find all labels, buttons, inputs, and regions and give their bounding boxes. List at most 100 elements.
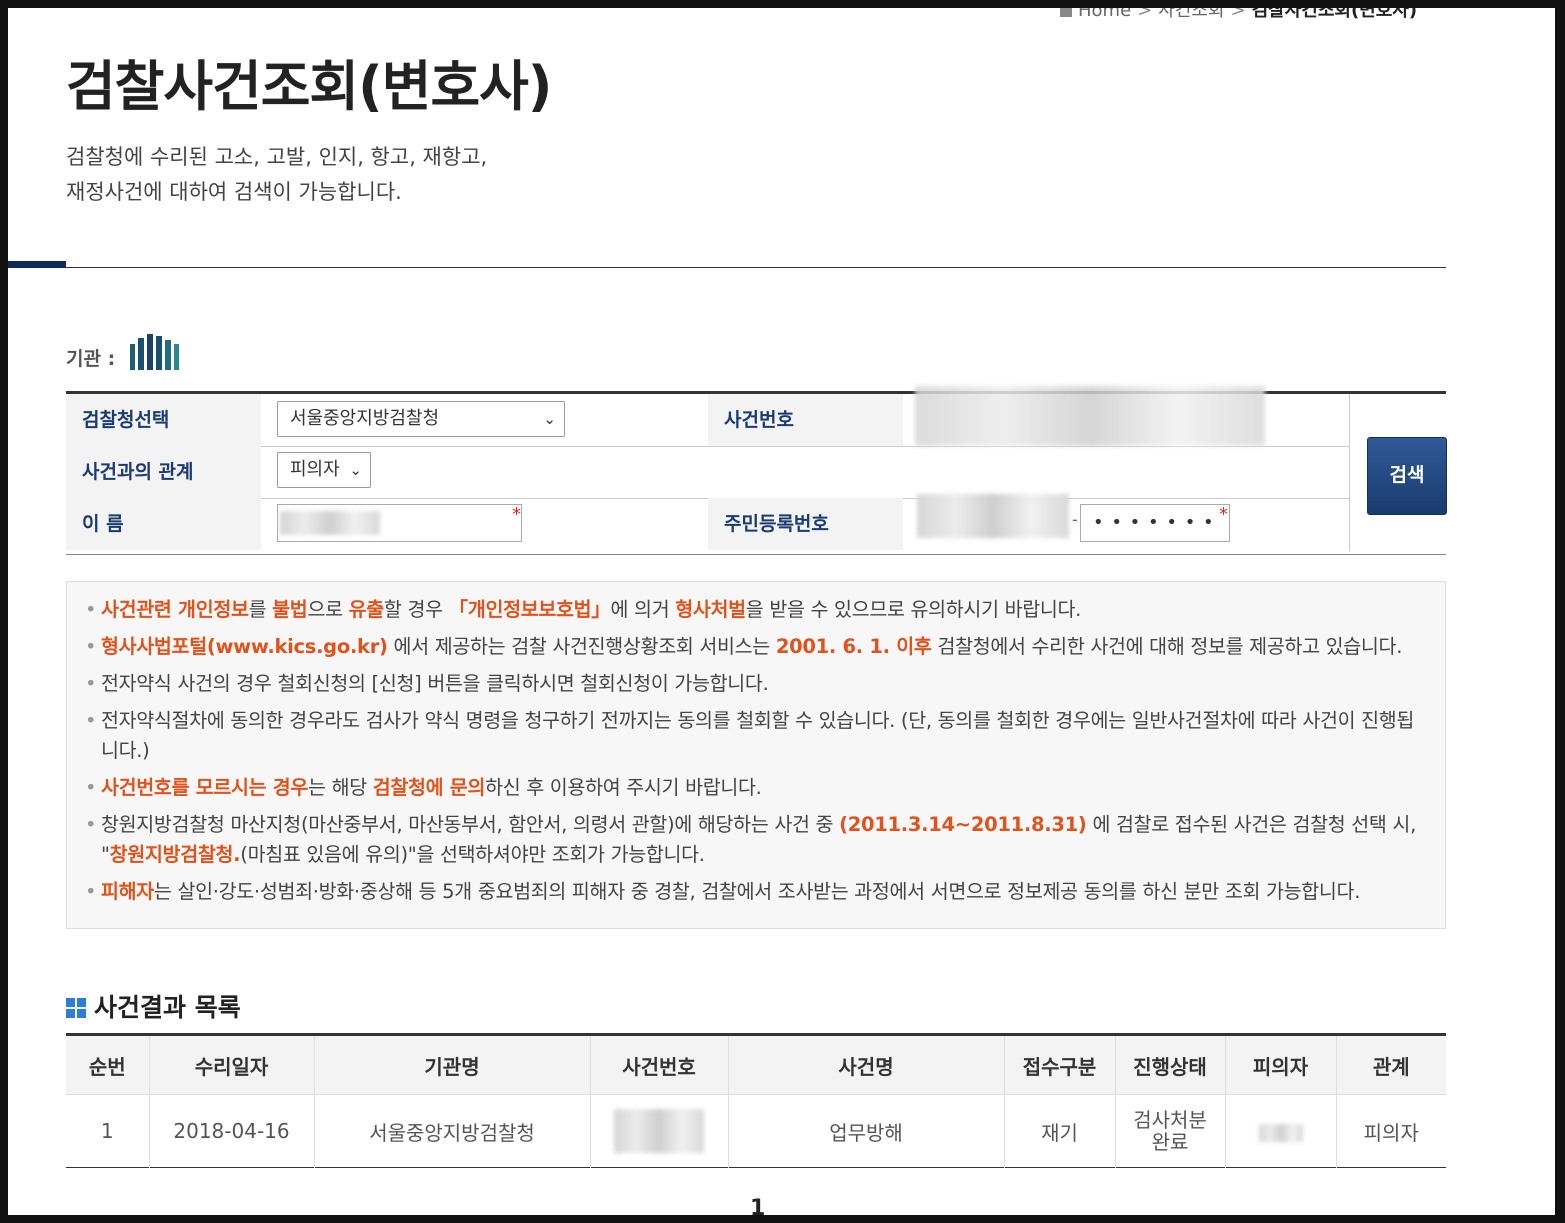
search-button[interactable]: 검색 xyxy=(1367,437,1447,515)
notice-item: 전자약식절차에 동의한 경우라도 검사가 약식 명령을 청구하기 전까지는 동의… xyxy=(81,706,1431,766)
status-line: 검사처분 xyxy=(1133,1108,1207,1132)
notice-text: 를 xyxy=(248,598,273,621)
column-header: 진행상태 xyxy=(1114,1034,1225,1095)
form-row-name: 이 름 * 주민등록번호 - • • • • • • • * xyxy=(66,494,1349,550)
notice-text: (마침표 있음에 유의)"을 선택하셔야만 조회가 가능합니다. xyxy=(240,843,705,866)
cell-relation: 피의자 xyxy=(1335,1094,1446,1168)
column-header: 피의자 xyxy=(1224,1034,1336,1095)
relation-select-value: 피의자 xyxy=(290,459,340,480)
page: Home > 사건조회 > 검찰사건조회(변호사) 검찰사건조회(변호사) 검찰청에 수… xyxy=(8,8,1555,1215)
prosecutor-select[interactable]: 서울중앙지방검찰청 ⌄ xyxy=(277,401,565,437)
column-header: 접수구분 xyxy=(1003,1034,1115,1095)
notice-highlight: 불법 xyxy=(272,598,308,621)
redacted-suspect xyxy=(1258,1123,1303,1142)
notice-text: 는 해당 xyxy=(308,776,373,799)
notice-text: 전자약식절차에 동의한 경우라도 검사가 약식 명령을 청구하기 전까지는 동의… xyxy=(101,709,1415,762)
notice-highlight: (2011.3.14~2011.8.31) xyxy=(839,813,1087,836)
page-description: 검찰청에 수리된 고소, 고발, 인지, 항고, 재항고, 재정사건에 대하여 … xyxy=(66,140,487,210)
notice-item: 사건관련 개인정보를 불법으로 유출할 경우 「개인정보보호법」에 의거 형사처… xyxy=(81,595,1431,625)
column-header: 관계 xyxy=(1335,1034,1446,1095)
notice-item: 형사사법포털(www.kics.go.kr) 에서 제공하는 검찰 사건진행상황… xyxy=(81,632,1431,662)
table-row[interactable]: 1 2018-04-16 서울중앙지방검찰청 업무방해 재기 검사처분 완료 피… xyxy=(66,1094,1446,1168)
notice-text: 창원지방검찰청 마산지청(마산중부서, 마산동부서, 함안서, 의령서 관할)에… xyxy=(101,813,840,836)
cell-suspect xyxy=(1224,1094,1336,1168)
column-header: 순번 xyxy=(66,1034,149,1095)
column-header: 사건번호 xyxy=(589,1034,728,1095)
table-header-row: 순번 수리일자 기관명 사건번호 사건명 접수구분 진행상태 피의자 관계 xyxy=(66,1034,1446,1095)
breadcrumb-parent[interactable]: 사건조회 xyxy=(1158,8,1224,21)
breadcrumb-separator: > xyxy=(1230,8,1246,21)
breadcrumb-separator: > xyxy=(1137,8,1153,21)
pagination-page[interactable]: 1 xyxy=(750,1196,765,1215)
redacted-case-number xyxy=(614,1109,704,1153)
notice-box: 사건관련 개인정보를 불법으로 유출할 경우 「개인정보보호법」에 의거 형사처… xyxy=(66,581,1446,929)
notice-highlight: 2001. 6. 1. 이후 xyxy=(775,635,932,658)
required-mark: * xyxy=(512,504,521,525)
breadcrumb: Home > 사건조회 > 검찰사건조회(변호사) xyxy=(1060,8,1417,22)
cell-status: 검사처분 완료 xyxy=(1114,1094,1225,1168)
search-form: 검찰청선택 서울중앙지방검찰청 ⌄ 사건번호 사건과의 관계 피의자 ⌄ 이 름… xyxy=(66,386,1447,555)
page-title: 검찰사건조회(변호사) xyxy=(66,55,552,118)
notice-text: 검찰청에서 수리한 사건에 대해 정보를 제공하고 있습니다. xyxy=(931,635,1403,658)
column-header: 기관명 xyxy=(313,1034,590,1095)
rrn-back-input[interactable]: • • • • • • • * xyxy=(1080,504,1230,542)
cell-date: 2018-04-16 xyxy=(148,1094,314,1168)
results-heading-text: 사건결과 목록 xyxy=(94,993,241,1022)
org-label: 기관 : xyxy=(66,348,116,370)
notice-text: 는 살인·강도·성범죄·방화·중상해 등 5개 중요범죄의 피해자 중 경찰, … xyxy=(153,880,1361,903)
notice-item: 사건번호를 모르시는 경우는 해당 검찰청에 문의하신 후 이용하여 주시기 바… xyxy=(81,773,1431,803)
prosecutor-select-value: 서울중앙지방검찰청 xyxy=(290,408,440,429)
notice-highlight: 사건번호를 모르시는 경우 xyxy=(101,776,309,799)
relation-select[interactable]: 피의자 ⌄ xyxy=(277,452,371,488)
required-mark: * xyxy=(1219,504,1229,525)
notice-item: 피해자는 살인·강도·성범죄·방화·중상해 등 5개 중요범죄의 피해자 중 경… xyxy=(81,877,1431,907)
cell-no: 1 xyxy=(100,1119,114,1143)
prosecution-logo-icon xyxy=(130,334,179,370)
notice-item: 창원지방검찰청 마산지청(마산중부서, 마산동부서, 함안서, 의령서 관할)에… xyxy=(81,810,1431,870)
notice-highlight: 피해자 xyxy=(101,880,154,903)
notice-text: 전자약식 사건의 경우 철회신청의 [신청] 버튼을 클릭하시면 철회신청이 가… xyxy=(101,672,769,695)
case-number-input[interactable] xyxy=(915,386,1265,446)
breadcrumb-current: 검찰사건조회(변호사) xyxy=(1251,8,1418,21)
title-rule xyxy=(66,267,1446,268)
notice-highlight: 「개인정보보호법」 xyxy=(448,598,611,621)
chevron-down-icon: ⌄ xyxy=(543,410,556,428)
grid-icon xyxy=(66,998,86,1018)
notice-highlight: 사건관련 개인정보 xyxy=(101,598,249,621)
cell-org: 서울중앙지방검찰청 xyxy=(313,1094,590,1168)
notice-highlight: 형사처벌 xyxy=(675,598,746,621)
notice-text: 할 경우 xyxy=(383,598,449,621)
rrn-separator: - xyxy=(1072,510,1078,529)
description-line: 검찰청에 수리된 고소, 고발, 인지, 항고, 재항고, xyxy=(66,145,488,169)
redacted-name xyxy=(280,511,380,535)
results-table: 순번 수리일자 기관명 사건번호 사건명 접수구분 진행상태 피의자 관계 1 … xyxy=(66,1033,1446,1168)
notice-text: 으로 xyxy=(307,598,349,621)
name-input[interactable]: * xyxy=(277,504,522,542)
home-icon xyxy=(1060,8,1072,17)
title-rule-accent xyxy=(8,261,66,268)
prosecutor-label: 검찰청선택 xyxy=(66,394,261,446)
notice-item: 전자약식 사건의 경우 철회신청의 [신청] 버튼을 클릭하시면 철회신청이 가… xyxy=(81,669,1431,699)
notice-text: 하신 후 이용하여 주시기 바랍니다. xyxy=(485,776,762,799)
notice-text: 에 의거 xyxy=(610,598,676,621)
cell-type: 재기 xyxy=(1003,1094,1115,1168)
case-no-label: 사건번호 xyxy=(708,394,903,446)
notice-text: 에서 제공하는 검찰 사건진행상황조회 서비스는 xyxy=(387,635,776,658)
notice-highlight: 유출 xyxy=(348,598,385,621)
rrn-front-input[interactable] xyxy=(917,494,1069,538)
rrn-label: 주민등록번호 xyxy=(708,498,903,550)
notice-text: 을 받을 수 있으므로 유의하시기 바랍니다. xyxy=(745,598,1082,621)
results-heading: 사건결과 목록 xyxy=(66,988,241,1024)
breadcrumb-home[interactable]: Home xyxy=(1078,8,1131,21)
form-row-prosecutor: 검찰청선택 서울중앙지방검찰청 ⌄ 사건번호 xyxy=(66,386,1349,447)
name-label: 이 름 xyxy=(66,498,261,550)
form-row-relation: 사건과의 관계 피의자 ⌄ xyxy=(66,446,1349,499)
rrn-masked-value: • • • • • • • xyxy=(1093,512,1215,533)
notice-highlight: 창원지방검찰청. xyxy=(109,843,241,866)
cell-case-number[interactable] xyxy=(589,1094,728,1168)
description-line: 재정사건에 대하여 검색이 가능합니다. xyxy=(66,180,402,204)
divider xyxy=(1349,394,1350,551)
cell-case-name: 업무방해 xyxy=(727,1094,1004,1168)
notice-list: 사건관련 개인정보를 불법으로 유출할 경우 「개인정보보호법」에 의거 형사처… xyxy=(81,595,1431,907)
notice-highlight: 검찰청에 문의 xyxy=(372,776,486,799)
